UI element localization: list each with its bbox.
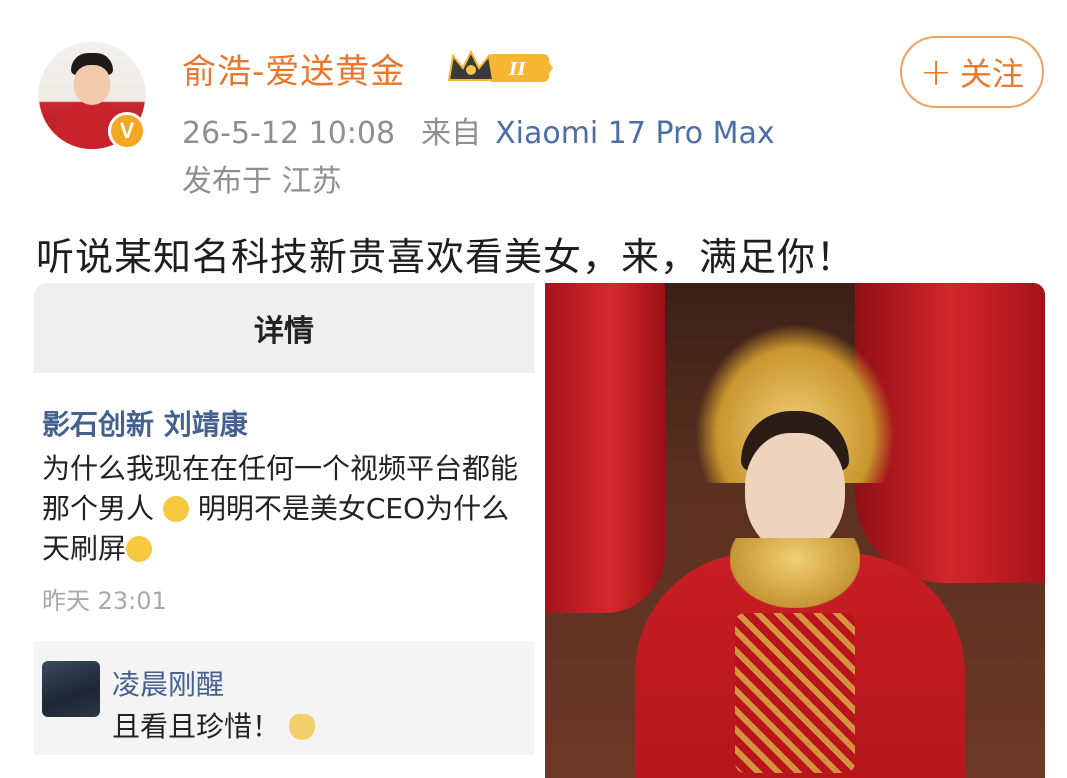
username[interactable]: 俞浩-爱送黄金 xyxy=(182,44,405,93)
comment-line-3: 天刷屏 xyxy=(42,532,127,565)
crying-emoji-icon xyxy=(126,536,153,562)
badge-level: II xyxy=(508,59,526,80)
post-text: 听说某知名科技新贵喜欢看美女，来，满足你！ xyxy=(36,235,856,279)
post-location: 发布于 江苏 xyxy=(182,164,342,199)
red-curtain-left xyxy=(545,283,665,613)
comment-text: 为什么我现在在任何一个视频平台都能 那个男人 明明不是美女CEO为什么 天刷屏 xyxy=(42,449,534,569)
comment-line-2: 那个男人 xyxy=(42,492,155,525)
golden-collar xyxy=(730,538,860,608)
comment-line-2b: 明明不是美女CEO为什么 xyxy=(188,492,510,525)
comment-user: 影石创新 刘靖康 xyxy=(42,408,248,441)
reply-row: 凌晨刚醒 且看且珍惜！ xyxy=(34,641,534,755)
avatar-face xyxy=(74,65,110,105)
post-date: 26-5-12 10:08 xyxy=(182,116,396,151)
follow-button[interactable]: + 关注 xyxy=(900,36,1044,108)
gold-embroidery xyxy=(735,613,855,773)
device-link[interactable]: Xiaomi 17 Pro Max xyxy=(495,116,775,151)
verified-v-icon: V xyxy=(108,112,146,150)
post-image-screenshot[interactable]: 详情 影石创新 刘靖康 为什么我现在在任何一个视频平台都能 那个男人 明明不是美… xyxy=(34,283,534,755)
reply-avatar xyxy=(42,661,100,717)
crown-icon: II xyxy=(447,49,553,82)
follow-label: 关注 xyxy=(959,55,1024,93)
comment-line-1: 为什么我现在在任何一个视频平台都能 xyxy=(42,452,519,485)
source-prefix: 来自 xyxy=(421,116,482,151)
reply-user: 凌晨刚醒 xyxy=(112,668,225,701)
reply-text: 且看且珍惜！ xyxy=(112,710,281,743)
crying-emoji-icon xyxy=(162,496,189,522)
post-image-photo[interactable] xyxy=(545,283,1045,778)
post-meta: 26-5-12 10:08 来自 Xiaomi 17 Pro Max xyxy=(182,108,775,152)
screenshot-header: 详情 xyxy=(34,283,534,373)
reply-text-wrap: 且看且珍惜！ xyxy=(112,705,315,745)
cat-emoji-icon xyxy=(288,714,315,740)
plus-icon: + xyxy=(920,50,952,94)
woman-face xyxy=(745,433,845,553)
comment-time: 昨天 23:01 xyxy=(42,587,167,615)
